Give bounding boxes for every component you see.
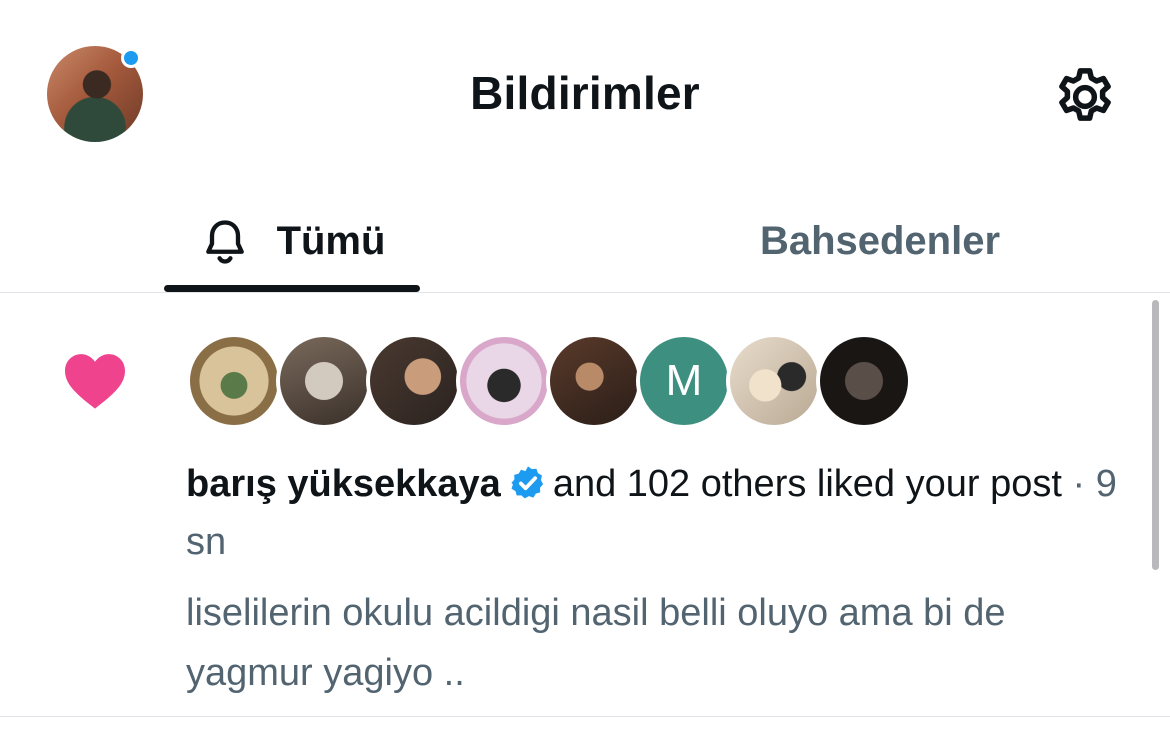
username-link[interactable]: barış yüksekkaya bbox=[186, 463, 501, 505]
heart-icon bbox=[65, 354, 125, 409]
top-header: Bildirimler bbox=[0, 0, 1170, 190]
tab-mentions[interactable]: Bahsedenler bbox=[690, 190, 1070, 293]
notification-text: barış yüksekkaya and 102 others liked yo… bbox=[186, 455, 1136, 571]
verified-badge-icon bbox=[511, 466, 543, 499]
tab-mentions-label: Bahsedenler bbox=[759, 219, 1001, 263]
separator: · bbox=[1072, 463, 1086, 505]
avatar-initial: M bbox=[665, 356, 703, 405]
page-title: Bildirimler bbox=[470, 67, 700, 119]
liker-avatar-2[interactable] bbox=[276, 333, 372, 429]
liker-avatar-7[interactable] bbox=[726, 333, 822, 429]
scrollbar[interactable] bbox=[1152, 300, 1159, 570]
notification-item[interactable]: M barış yüksekkaya and 102 others liked … bbox=[0, 293, 1170, 717]
unread-dot bbox=[121, 48, 141, 68]
liker-avatar-5[interactable] bbox=[546, 333, 642, 429]
liker-avatar-1[interactable] bbox=[186, 333, 282, 429]
tab-all-label: Tümü bbox=[276, 219, 386, 263]
liker-avatar-8[interactable] bbox=[816, 333, 912, 429]
tab-all[interactable]: Tümü bbox=[164, 190, 420, 293]
notification-tabs: Tümü Bahsedenler bbox=[0, 190, 1170, 293]
action-text: and 102 others liked your post bbox=[552, 463, 1062, 505]
liker-avatar-6[interactable]: M bbox=[636, 333, 732, 429]
active-tab-indicator bbox=[164, 285, 420, 292]
liker-avatar-4[interactable] bbox=[456, 333, 552, 429]
bell-icon bbox=[205, 219, 244, 264]
post-snippet: liselilerin okulu acildigi nasil belli o… bbox=[186, 592, 1006, 694]
gear-icon[interactable] bbox=[1052, 64, 1118, 130]
liker-avatar-3[interactable] bbox=[366, 333, 462, 429]
